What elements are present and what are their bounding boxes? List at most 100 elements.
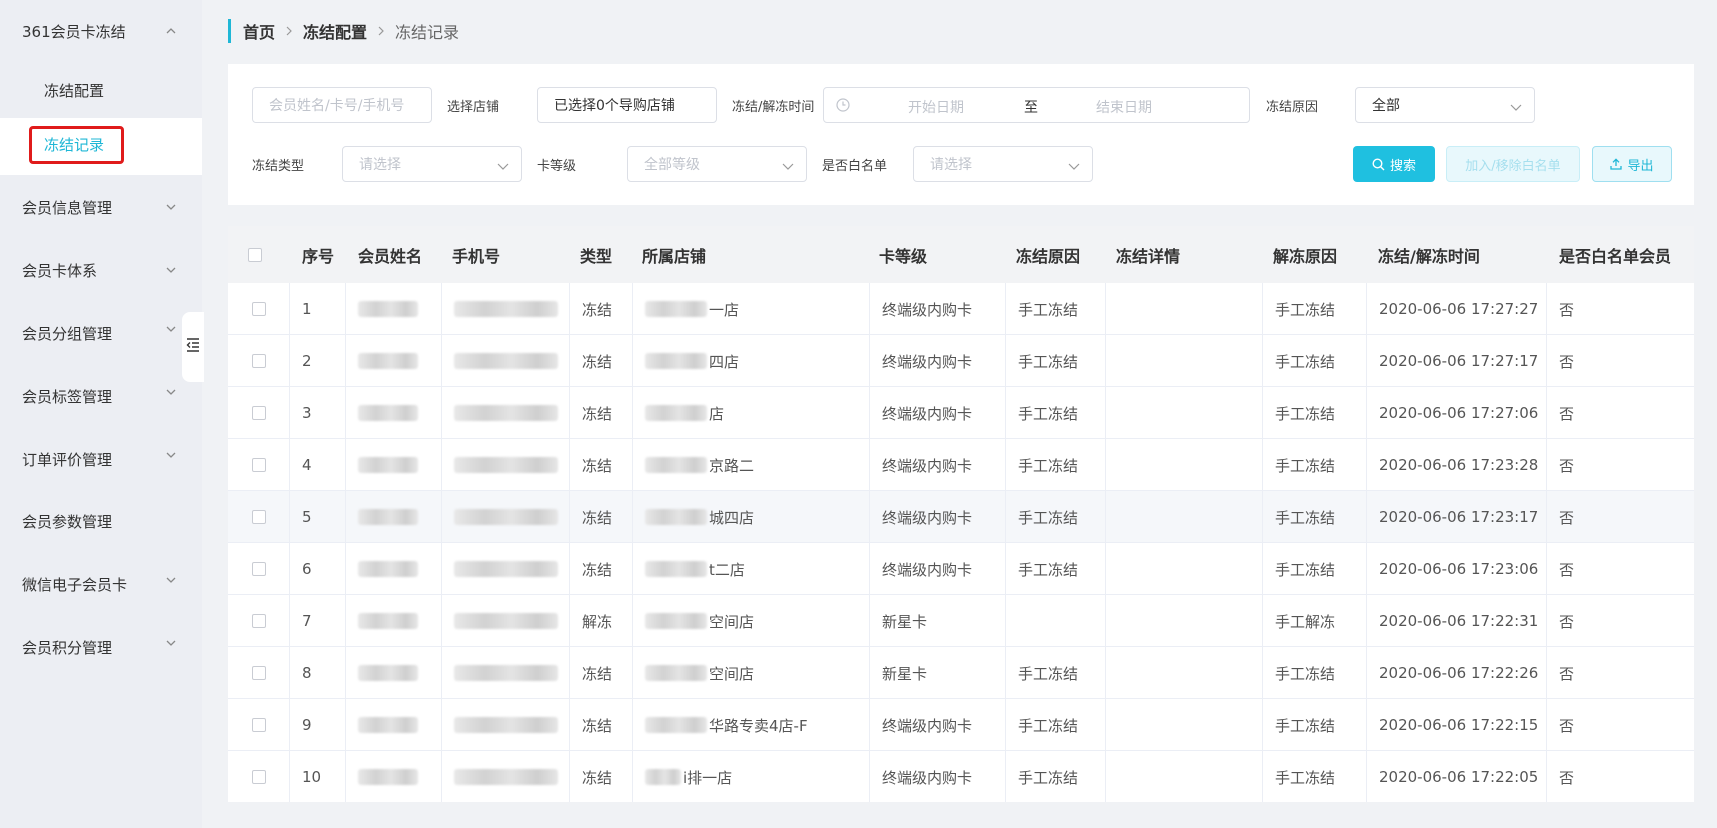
cell-whitelist: 否 xyxy=(1559,716,1575,735)
header-freeze-detail: 冻结详情 xyxy=(1116,246,1181,266)
redacted-value xyxy=(645,457,707,473)
chevron-down-icon xyxy=(166,265,176,275)
sidebar-item-member-tags[interactable]: 会员标签管理 xyxy=(0,383,202,409)
header-no: 序号 xyxy=(302,246,335,266)
table-row[interactable]: 7 解冻 空间店 新星卡 手工解冻 2020-06-06 17:22:31 否 xyxy=(228,595,1694,647)
row-checkbox[interactable] xyxy=(228,595,290,647)
table-row[interactable]: 10 冻结 i排一店 终端级内购卡 手工冻结 手工冻结 2020-06-06 17:22:0… xyxy=(228,751,1694,802)
select-all-checkbox[interactable] xyxy=(248,226,262,283)
row-checkbox[interactable] xyxy=(228,751,290,802)
export-button[interactable]: 导出 xyxy=(1592,146,1672,182)
redacted-value xyxy=(645,665,707,681)
redacted-value xyxy=(454,509,558,525)
cell-freeze-reason: 手工冻结 xyxy=(1006,491,1106,543)
cell-type: 冻结 xyxy=(570,491,633,543)
cell-member-name xyxy=(346,335,442,387)
cell-no: 9 xyxy=(290,699,346,751)
sidebar-item-member-info[interactable]: 会员信息管理 xyxy=(0,194,202,220)
cell-store-text: 城四店 xyxy=(709,508,755,527)
cell-freeze-reason: 手工冻结 xyxy=(1006,699,1106,751)
cell-whitelist: 否 xyxy=(1559,768,1575,787)
cell-time: 2020-06-06 17:22:05 xyxy=(1367,751,1547,802)
cell-freeze-reason: 手工冻结 xyxy=(1006,387,1106,439)
cell-store: 店 xyxy=(633,387,870,439)
date-range-picker[interactable]: 开始日期 至 结束日期 xyxy=(823,87,1250,123)
sidebar-collapse-toggle[interactable] xyxy=(182,312,204,382)
table-row[interactable]: 8 冻结 空间店 新星卡 手工冻结 手工冻结 2020-06-06 17:22:26 否 xyxy=(228,647,1694,699)
search-button[interactable]: 搜索 xyxy=(1353,146,1435,182)
row-checkbox[interactable] xyxy=(228,699,290,751)
sidebar-item-member-groups[interactable]: 会员分组管理 xyxy=(0,320,202,346)
cell-store-text: 华路专卖4店-F xyxy=(709,716,808,735)
chevron-down-icon xyxy=(782,159,794,175)
cell-freeze-detail xyxy=(1106,491,1263,543)
whitelist-select-placeholder: 请选择 xyxy=(930,157,972,173)
table-row[interactable]: 4 冻结 京路二 终端级内购卡 手工冻结 手工冻结 2020-06-06 17:23:28 否 xyxy=(228,439,1694,491)
cell-store: 四店 xyxy=(633,335,870,387)
breadcrumb-freeze-config[interactable]: 冻结配置 xyxy=(303,19,367,43)
cell-store-text: 一店 xyxy=(709,300,740,319)
store-select[interactable]: 已选择0个导购店铺 xyxy=(537,87,717,123)
cell-time: 2020-06-06 17:23:06 xyxy=(1367,543,1547,595)
whitelist-select[interactable]: 请选择 xyxy=(913,146,1093,182)
cell-card-level: 终端级内购卡 xyxy=(870,283,1006,335)
sidebar-item-member-points[interactable]: 会员积分管理 xyxy=(0,634,202,660)
cell-store-text: 店 xyxy=(709,404,725,423)
cell-time: 2020-06-06 17:23:28 xyxy=(1367,439,1547,491)
row-checkbox[interactable] xyxy=(228,335,290,387)
row-checkbox[interactable] xyxy=(228,439,290,491)
row-checkbox[interactable] xyxy=(228,491,290,543)
header-phone: 手机号 xyxy=(452,246,501,266)
sidebar-sub-item-freeze-config[interactable]: 冻结配置 xyxy=(0,70,202,110)
row-checkbox[interactable] xyxy=(228,543,290,595)
table-row[interactable]: 1 冻结 一店 终端级内购卡 手工冻结 手工冻结 2020-06-06 17:27:27 否 xyxy=(228,283,1694,335)
cell-no: 3 xyxy=(290,387,346,439)
cell-whitelist: 否 xyxy=(1559,404,1575,423)
cell-type: 冻结 xyxy=(570,335,633,387)
level-label: 卡等级 xyxy=(537,159,577,174)
redacted-value xyxy=(358,717,418,733)
redacted-value xyxy=(454,613,558,629)
table-row[interactable]: 2 冻结 四店 终端级内购卡 手工冻结 手工冻结 2020-06-06 17:27:17 否 xyxy=(228,335,1694,387)
cell-freeze-reason: 手工冻结 xyxy=(1006,439,1106,491)
whitelist-toggle-button[interactable]: 加入/移除白名单 xyxy=(1446,146,1580,182)
row-checkbox[interactable] xyxy=(228,387,290,439)
sidebar-group-member-card-freeze[interactable]: 361会员卡冻结 xyxy=(0,18,202,44)
clock-icon xyxy=(836,98,850,116)
redacted-value xyxy=(358,509,418,525)
upload-icon xyxy=(1610,158,1623,170)
row-checkbox[interactable] xyxy=(228,283,290,335)
row-checkbox[interactable] xyxy=(228,647,290,699)
breadcrumb-home[interactable]: 首页 xyxy=(243,19,275,43)
cell-card-level: 新星卡 xyxy=(870,647,1006,699)
breadcrumb: 首页 冻结配置 冻结记录 xyxy=(228,19,459,43)
member-search-input[interactable]: 会员姓名/卡号/手机号 xyxy=(252,87,432,123)
reason-select[interactable]: 全部 xyxy=(1355,87,1535,123)
chevron-down-icon xyxy=(1068,159,1080,175)
cell-store-text: i排一店 xyxy=(683,768,733,787)
cell-phone xyxy=(442,699,570,751)
cell-store-text: t二店 xyxy=(709,560,745,579)
cell-no: 7 xyxy=(290,595,346,647)
table-row[interactable]: 3 冻结店终端级内购卡 手工冻结 手工冻结 2020-06-06 17:27:06 否 xyxy=(228,387,1694,439)
redacted-value xyxy=(454,301,558,317)
sidebar-item-order-reviews[interactable]: 订单评价管理 xyxy=(0,446,202,472)
member-search-placeholder: 会员姓名/卡号/手机号 xyxy=(269,98,405,114)
type-select-placeholder: 请选择 xyxy=(359,157,401,173)
redacted-value xyxy=(358,665,418,681)
cell-freeze-detail xyxy=(1106,335,1263,387)
table-row[interactable]: 6 冻结 t二店 终端级内购卡 手工冻结 手工冻结 2020-06-06 17:23:06 否 xyxy=(228,543,1694,595)
table-row[interactable]: 5 冻结 城四店 终端级内购卡 手工冻结 手工冻结 2020-06-06 17:23:17 否 xyxy=(228,491,1694,543)
table-row[interactable]: 9 冻结 华路专卖4店-F 终端级内购卡 手工冻结 手工冻结 2020-06-06 17:2… xyxy=(228,699,1694,751)
sidebar-item-member-params[interactable]: 会员参数管理 xyxy=(0,508,202,534)
cell-store: 空间店 xyxy=(633,647,870,699)
level-select[interactable]: 全部等级 xyxy=(627,146,807,182)
cell-whitelist: 否 xyxy=(1559,300,1575,319)
cell-card-level: 终端级内购卡 xyxy=(870,335,1006,387)
sidebar-item-card-system[interactable]: 会员卡体系 xyxy=(0,257,202,283)
redacted-value xyxy=(645,717,707,733)
sidebar-item-wechat-card[interactable]: 微信电子会员卡 xyxy=(0,571,202,597)
type-select[interactable]: 请选择 xyxy=(342,146,522,182)
cell-freeze-detail xyxy=(1106,387,1263,439)
cell-unfreeze-reason: 手工冻结 xyxy=(1263,647,1367,699)
